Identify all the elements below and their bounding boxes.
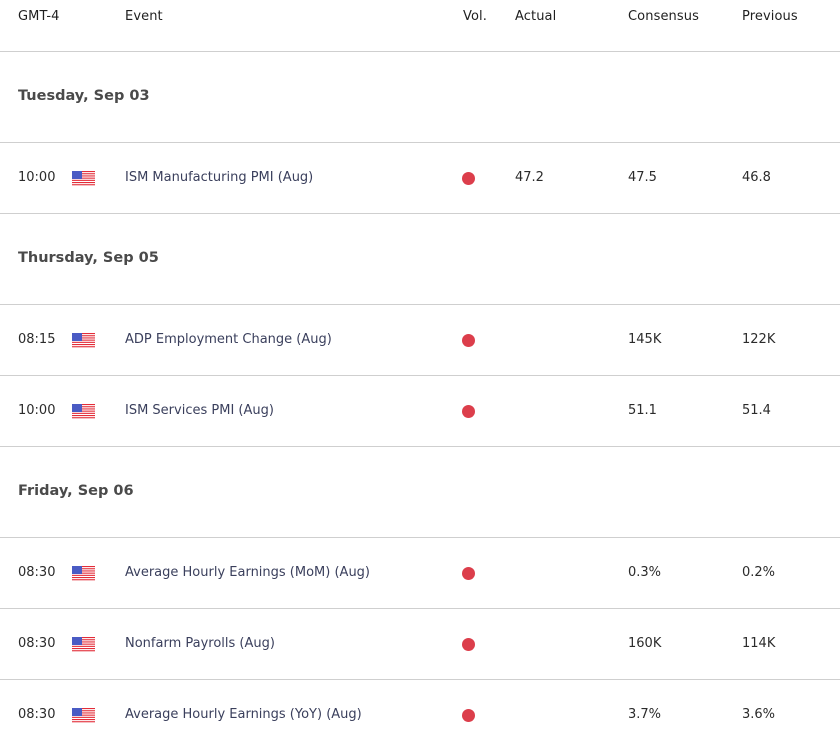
date-group-header: Tuesday, Sep 03 — [0, 52, 840, 143]
high-volatility-icon — [462, 172, 475, 185]
event-actual: 47.2 — [515, 170, 544, 185]
event-time: 08:30 — [18, 636, 56, 651]
event-previous: 3.6% — [742, 707, 776, 722]
event-previous: 51.4 — [742, 403, 771, 418]
column-header-time[interactable]: GMT-4 — [18, 9, 60, 24]
event-consensus: 0.3% — [628, 565, 662, 580]
event-row[interactable]: 08:30 Average Hourly Earnings (MoM) (Aug… — [0, 538, 840, 609]
event-time: 10:00 — [18, 403, 56, 418]
event-consensus: 160K — [628, 636, 662, 651]
event-row[interactable]: 08:30 Average Hourly Earnings (YoY) (Aug… — [0, 680, 840, 751]
high-volatility-icon — [462, 334, 475, 347]
event-row[interactable]: 10:00 ISM Services PMI (Aug) 51.1 51.4 — [0, 376, 840, 447]
event-previous: 114K — [742, 636, 776, 651]
date-group-header: Friday, Sep 06 — [0, 447, 840, 538]
event-consensus: 47.5 — [628, 170, 657, 185]
column-header-volatility[interactable]: Vol. — [463, 9, 487, 24]
date-label: Thursday, Sep 05 — [18, 250, 159, 266]
event-previous: 0.2% — [742, 565, 776, 580]
event-time: 08:30 — [18, 565, 56, 580]
us-flag-icon — [72, 637, 95, 652]
event-row[interactable]: 10:00 ISM Manufacturing PMI (Aug) 47.2 4… — [0, 143, 840, 214]
event-name[interactable]: Nonfarm Payrolls (Aug) — [125, 636, 275, 651]
column-header-actual[interactable]: Actual — [515, 9, 556, 24]
calendar-header: GMT-4 Event Vol. Actual Consensus Previo… — [0, 0, 840, 52]
us-flag-icon — [72, 333, 95, 348]
event-name[interactable]: ISM Manufacturing PMI (Aug) — [125, 170, 313, 185]
us-flag-icon — [72, 171, 95, 186]
event-time: 08:15 — [18, 332, 56, 347]
high-volatility-icon — [462, 638, 475, 651]
column-header-previous[interactable]: Previous — [742, 9, 798, 24]
high-volatility-icon — [462, 709, 475, 722]
event-consensus: 3.7% — [628, 707, 662, 722]
event-name[interactable]: Average Hourly Earnings (YoY) (Aug) — [125, 707, 362, 722]
us-flag-icon — [72, 566, 95, 581]
event-consensus: 51.1 — [628, 403, 657, 418]
event-previous: 46.8 — [742, 170, 771, 185]
high-volatility-icon — [462, 567, 475, 580]
event-name[interactable]: Average Hourly Earnings (MoM) (Aug) — [125, 565, 370, 580]
calendar-body: Tuesday, Sep 03 10:00 ISM Manufacturing … — [0, 52, 840, 751]
high-volatility-icon — [462, 405, 475, 418]
column-header-consensus[interactable]: Consensus — [628, 9, 699, 24]
us-flag-icon — [72, 404, 95, 419]
column-header-event[interactable]: Event — [125, 9, 163, 24]
date-group-header: Thursday, Sep 05 — [0, 214, 840, 305]
us-flag-icon — [72, 708, 95, 723]
event-name[interactable]: ISM Services PMI (Aug) — [125, 403, 274, 418]
event-previous: 122K — [742, 332, 776, 347]
event-consensus: 145K — [628, 332, 662, 347]
event-name[interactable]: ADP Employment Change (Aug) — [125, 332, 332, 347]
event-row[interactable]: 08:15 ADP Employment Change (Aug) 145K 1… — [0, 305, 840, 376]
event-time: 10:00 — [18, 170, 56, 185]
event-time: 08:30 — [18, 707, 56, 722]
event-row[interactable]: 08:30 Nonfarm Payrolls (Aug) 160K 114K — [0, 609, 840, 680]
date-label: Friday, Sep 06 — [18, 483, 134, 499]
date-label: Tuesday, Sep 03 — [18, 88, 150, 104]
